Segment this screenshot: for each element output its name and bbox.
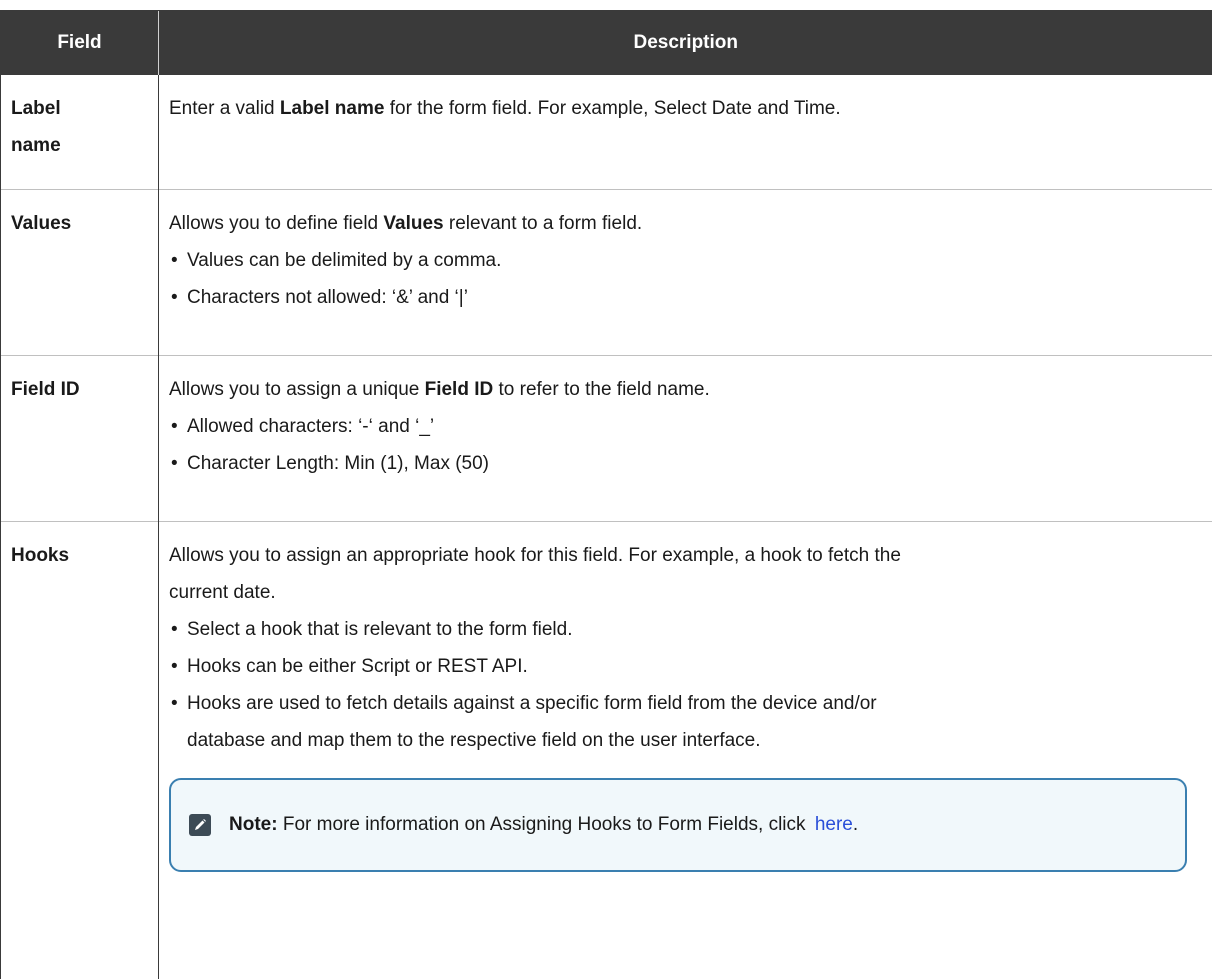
- list-item: •Characters not allowed: ‘&’ and ‘|’: [169, 279, 1195, 316]
- desc-pre: Allows you to assign a unique: [169, 379, 425, 400]
- field-description: Allows you to define field Values releva…: [159, 189, 1212, 355]
- field-name: Hooks: [1, 521, 159, 979]
- bullet-dot: •: [171, 242, 187, 279]
- desc-bold: Field ID: [425, 379, 494, 400]
- bullet-dot: •: [171, 685, 187, 722]
- list-item: •Hooks are used to fetch details against…: [169, 685, 1195, 722]
- table-row: Label name Enter a valid Label name for …: [1, 75, 1212, 189]
- table-row: Values Allows you to define field Values…: [1, 189, 1212, 355]
- pencil-note-icon: [189, 814, 211, 836]
- note-box: Note: For more information on Assigning …: [169, 778, 1187, 872]
- description-text: Allows you to define field Values releva…: [169, 205, 1195, 242]
- desc-post: for the form field. For example, Select …: [384, 98, 840, 119]
- field-description: Allows you to assign a unique Field ID t…: [159, 355, 1212, 521]
- bullet-dot: •: [171, 648, 187, 685]
- field-description: Enter a valid Label name for the form fi…: [159, 75, 1212, 189]
- list-item: •Hooks can be either Script or REST API.: [169, 648, 1195, 685]
- desc-pre: Enter a valid: [169, 98, 280, 119]
- pencil-icon: [193, 818, 207, 832]
- description-text: Allows you to assign a unique Field ID t…: [169, 371, 1195, 408]
- desc-post: to refer to the field name.: [493, 379, 710, 400]
- here-link[interactable]: here: [815, 814, 853, 835]
- table-row: Field ID Allows you to assign a unique F…: [1, 355, 1212, 521]
- table-row: Hooks Allows you to assign an appropriat…: [1, 521, 1212, 979]
- list-item-text: Select a hook that is relevant to the fo…: [187, 619, 572, 640]
- bullet-dot: •: [171, 611, 187, 648]
- bullet-dot: •: [171, 279, 187, 316]
- desc-post: relevant to a form field.: [444, 213, 643, 234]
- list-item: •Values can be delimited by a comma.: [169, 242, 1195, 279]
- desc-bold: Label name: [280, 98, 385, 119]
- fields-table: Field Description Label name Enter a val…: [0, 10, 1212, 979]
- desc-bold: Values: [383, 213, 443, 234]
- list-item-text: Allowed characters: ‘-‘ and ‘_’: [187, 416, 434, 437]
- list-item: •Allowed characters: ‘-‘ and ‘_’: [169, 408, 1195, 445]
- field-description: Allows you to assign an appropriate hook…: [159, 521, 1212, 979]
- bullet-dot: •: [171, 408, 187, 445]
- description-line-2: current date.: [169, 574, 1195, 611]
- note-end: .: [853, 814, 858, 835]
- list-item-text: Values can be delimited by a comma.: [187, 250, 501, 271]
- description-line-1: Allows you to assign an appropriate hook…: [169, 537, 1195, 574]
- header-description: Description: [159, 11, 1212, 76]
- header-row: Field Description: [1, 11, 1212, 76]
- field-name-label: Label name: [11, 90, 71, 164]
- list-item-continuation: database and map them to the respective …: [169, 722, 1195, 759]
- list-item-text: Hooks are used to fetch details against …: [187, 693, 877, 714]
- desc-pre: Allows you to define field: [169, 213, 383, 234]
- field-name: Values: [1, 189, 159, 355]
- list-item-text: Character Length: Min (1), Max (50): [187, 453, 489, 474]
- list-item: •Character Length: Min (1), Max (50): [169, 445, 1195, 482]
- list-item-text: Characters not allowed: ‘&’ and ‘|’: [187, 287, 468, 308]
- note-body: For more information on Assigning Hooks …: [278, 814, 811, 835]
- description-text: Enter a valid Label name for the form fi…: [169, 90, 1195, 127]
- bullet-dot: •: [171, 445, 187, 482]
- note-text: Note: For more information on Assigning …: [229, 806, 858, 843]
- field-name: Label name: [1, 75, 159, 189]
- note-label: Note:: [229, 814, 278, 835]
- list-item-text: Hooks can be either Script or REST API.: [187, 656, 528, 677]
- field-name: Field ID: [1, 355, 159, 521]
- header-field: Field: [1, 11, 159, 76]
- list-item: •Select a hook that is relevant to the f…: [169, 611, 1195, 648]
